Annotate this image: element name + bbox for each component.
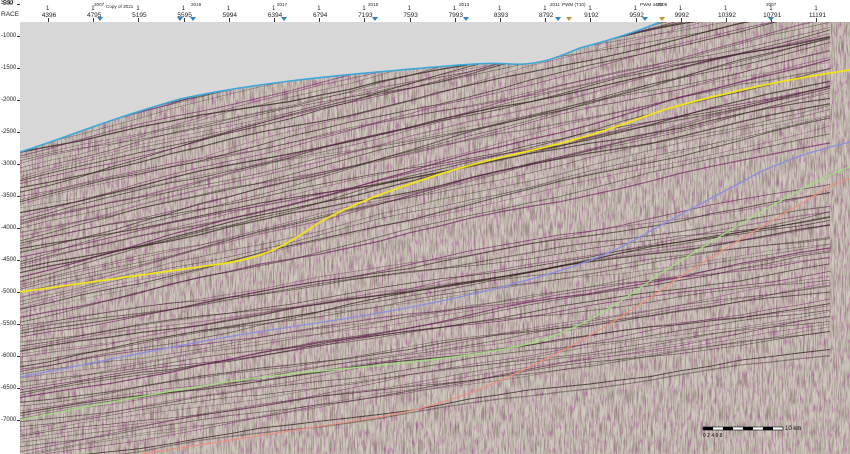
depth-label: -5500 [1,321,17,327]
depth-label: -1500 [1,65,17,71]
well-marker-icon [566,17,572,21]
shot-label: 1 [46,6,50,12]
shot-label: 1 [678,6,683,12]
depth-tick [17,4,20,5]
well-marker-icon [190,17,196,21]
shot-label: 1 [407,6,411,12]
cdp-label: 6794 [312,12,328,19]
depth-label: -5000 [1,289,17,295]
cdp-label: 7593 [403,12,418,19]
scale-bar-label: 10 km [785,426,801,432]
shot-label: 1 [136,6,140,12]
seismic-image: 10 km 0 2 4 6 8 [20,22,850,454]
well-tag: 2017 [277,2,288,7]
depth-label: -2500 [1,129,17,135]
shot-label: 1 [724,6,728,12]
shot-label: 1 [633,6,637,12]
well-tag: 2007 [94,2,105,7]
well-marker-icon [372,17,378,21]
shot-label: 1 [362,6,366,12]
shot-label: 1 [543,6,547,12]
depth-label: -4000 [1,225,17,231]
well-marker-icon [97,17,103,21]
well-marker-icon [281,17,287,21]
depth-label: -6500 [1,385,17,391]
cdp-label: 8393 [493,12,509,19]
depth-label: -4500 [1,257,17,263]
cdp-label: 9992 [674,12,690,19]
depth-label: -3500 [1,193,17,199]
shot-label: 1 [181,6,185,12]
well-marker-icon [659,17,665,21]
shot-label: 1 [452,6,457,12]
depth-label: -500 [1,1,14,7]
shot-label: 1 [588,6,592,12]
well-tag: 2011 [550,2,560,7]
well-tag: PWM (T10) [562,2,586,7]
cdp-label: 5994 [222,12,238,19]
seismic-section-viewer: SSD RACE 4396 1 4795 1 5195 1 5595 1 5994 1 6394 1 6… [0,0,850,454]
cdp-label: 10392 [717,12,737,19]
well-tag: 2015 [368,2,379,7]
well-tag: 2009 [657,2,668,7]
depth-label: -3000 [1,161,17,167]
well-marker-icon [463,17,469,21]
shot-label: 1 [814,6,818,12]
well-marker-icon [555,17,561,21]
well-marker-icon [768,17,774,21]
well-tag: 2013 [459,2,470,7]
cdp-label: 5195 [132,12,147,19]
well-marker-icon [177,17,183,21]
well-tag: Copy of 2021 [106,4,134,9]
depth-label: -2000 [1,97,17,103]
depth-label: -7000 [1,417,17,423]
depth-label: -1000 [1,33,17,39]
cdp-label: 11191 [808,12,826,19]
cdp-label: 8792 [538,12,554,19]
well-tag: 2007 [766,2,777,7]
well-tag: 2019 [191,2,202,7]
trace-header: SSD RACE 4396 1 4795 1 5195 1 5595 1 5994 1 6394 1 6… [0,0,850,22]
depth-axis: -500 -1000 -1500 -2000 -2500 -3000 -3500 -4000 -… [0,1,20,454]
shot-label: 1 [226,6,231,12]
depth-label: -6000 [1,353,17,359]
shot-label: 1 [272,6,276,12]
cdp-label: 9192 [584,12,599,19]
well-marker-icon [642,17,648,21]
shot-label: 1 [317,6,321,12]
cdp-label: 4396 [41,12,57,19]
scale-bar-ticks: 0 2 4 6 8 [703,433,723,439]
shot-label: 1 [498,6,502,12]
header-row-label: RACE [1,11,20,18]
